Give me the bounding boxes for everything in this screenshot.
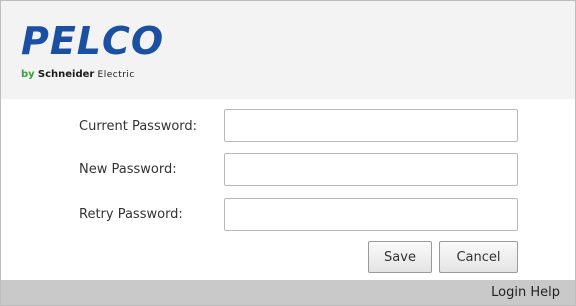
logo-byline: by Schneider Electric <box>21 68 135 82</box>
change-password-dialog: PELCO by Schneider Electric Current Pass… <box>0 0 576 306</box>
new-password-field[interactable] <box>224 153 518 186</box>
header-banner: PELCO by Schneider Electric <box>1 1 575 99</box>
retry-password-label: Retry Password: <box>79 207 183 222</box>
footer-bar: Login Help <box>1 280 575 305</box>
byline-prefix: by <box>21 69 35 80</box>
current-password-label: Current Password: <box>79 119 198 134</box>
byline-suffix: Electric <box>97 70 135 80</box>
login-help-link[interactable]: Login Help <box>491 285 560 301</box>
retry-password-field[interactable] <box>224 198 518 231</box>
cancel-button[interactable]: Cancel <box>439 241 518 273</box>
pelco-logo: PELCO <box>21 19 165 63</box>
current-password-field[interactable] <box>224 109 518 142</box>
new-password-label: New Password: <box>79 162 177 177</box>
byline-brand: Schneider <box>37 69 95 80</box>
save-button[interactable]: Save <box>368 241 432 273</box>
